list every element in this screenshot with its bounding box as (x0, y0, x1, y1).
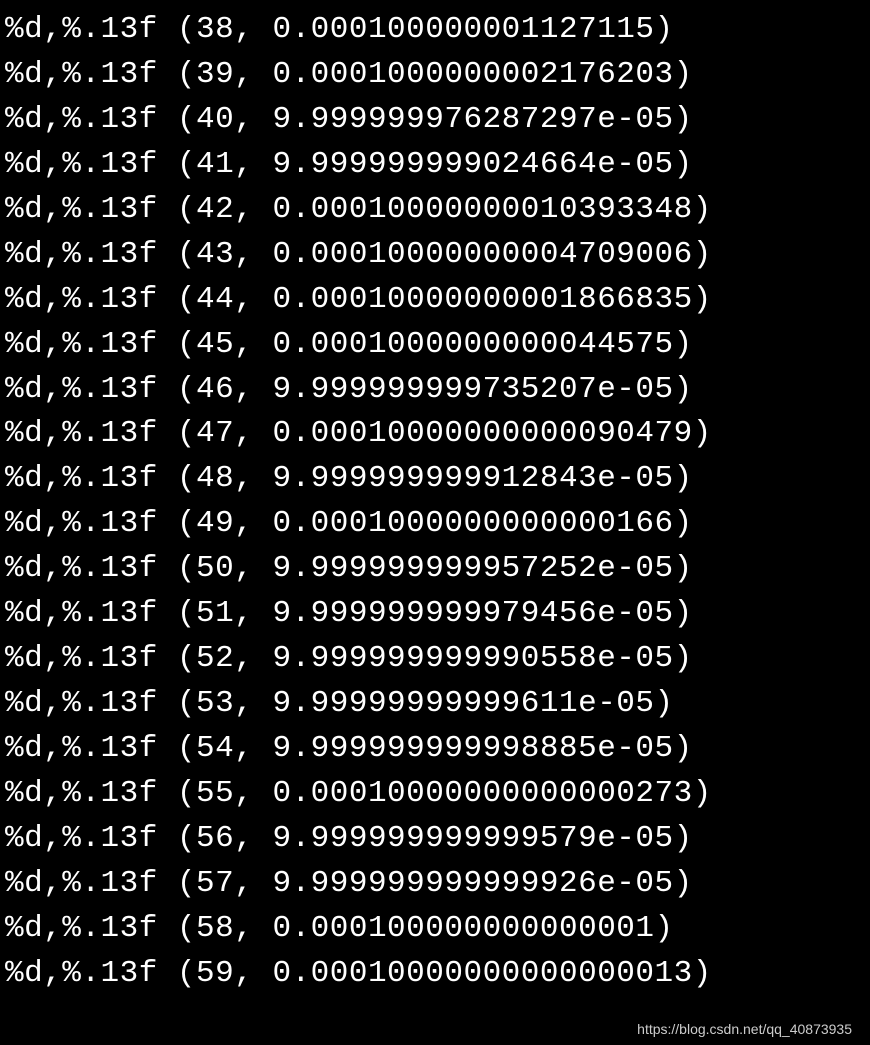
output-line: %d,%.13f (50, 9.999999999957252e-05) (5, 547, 865, 592)
output-line: %d,%.13f (59, 0.00010000000000000013) (5, 952, 865, 997)
output-line: %d,%.13f (49, 0.0001000000000000166) (5, 502, 865, 547)
output-line: %d,%.13f (43, 0.00010000000004709006) (5, 233, 865, 278)
output-line: %d,%.13f (55, 0.00010000000000000273) (5, 772, 865, 817)
output-line: %d,%.13f (44, 0.00010000000001866835) (5, 278, 865, 323)
output-line: %d,%.13f (58, 0.000100000000000001) (5, 907, 865, 952)
output-line: %d,%.13f (38, 0.000100000001127115) (5, 8, 865, 53)
output-line: %d,%.13f (48, 9.999999999912843e-05) (5, 457, 865, 502)
terminal-output: %d,%.13f (38, 0.000100000001127115)%d,%.… (5, 8, 865, 997)
output-line: %d,%.13f (45, 0.0001000000000044575) (5, 323, 865, 368)
output-line: %d,%.13f (41, 9.999999999024664e-05) (5, 143, 865, 188)
output-line: %d,%.13f (57, 9.999999999999926e-05) (5, 862, 865, 907)
watermark-text: https://blog.csdn.net/qq_40873935 (637, 1021, 852, 1037)
output-line: %d,%.13f (42, 0.00010000000010393348) (5, 188, 865, 233)
output-line: %d,%.13f (47, 0.00010000000000090479) (5, 412, 865, 457)
output-line: %d,%.13f (46, 9.999999999735207e-05) (5, 368, 865, 413)
output-line: %d,%.13f (54, 9.999999999998885e-05) (5, 727, 865, 772)
output-line: %d,%.13f (39, 0.0001000000002176203) (5, 53, 865, 98)
output-line: %d,%.13f (53, 9.99999999999611e-05) (5, 682, 865, 727)
output-line: %d,%.13f (40, 9.999999976287297e-05) (5, 98, 865, 143)
output-line: %d,%.13f (56, 9.999999999999579e-05) (5, 817, 865, 862)
output-line: %d,%.13f (51, 9.999999999979456e-05) (5, 592, 865, 637)
output-line: %d,%.13f (52, 9.999999999990558e-05) (5, 637, 865, 682)
